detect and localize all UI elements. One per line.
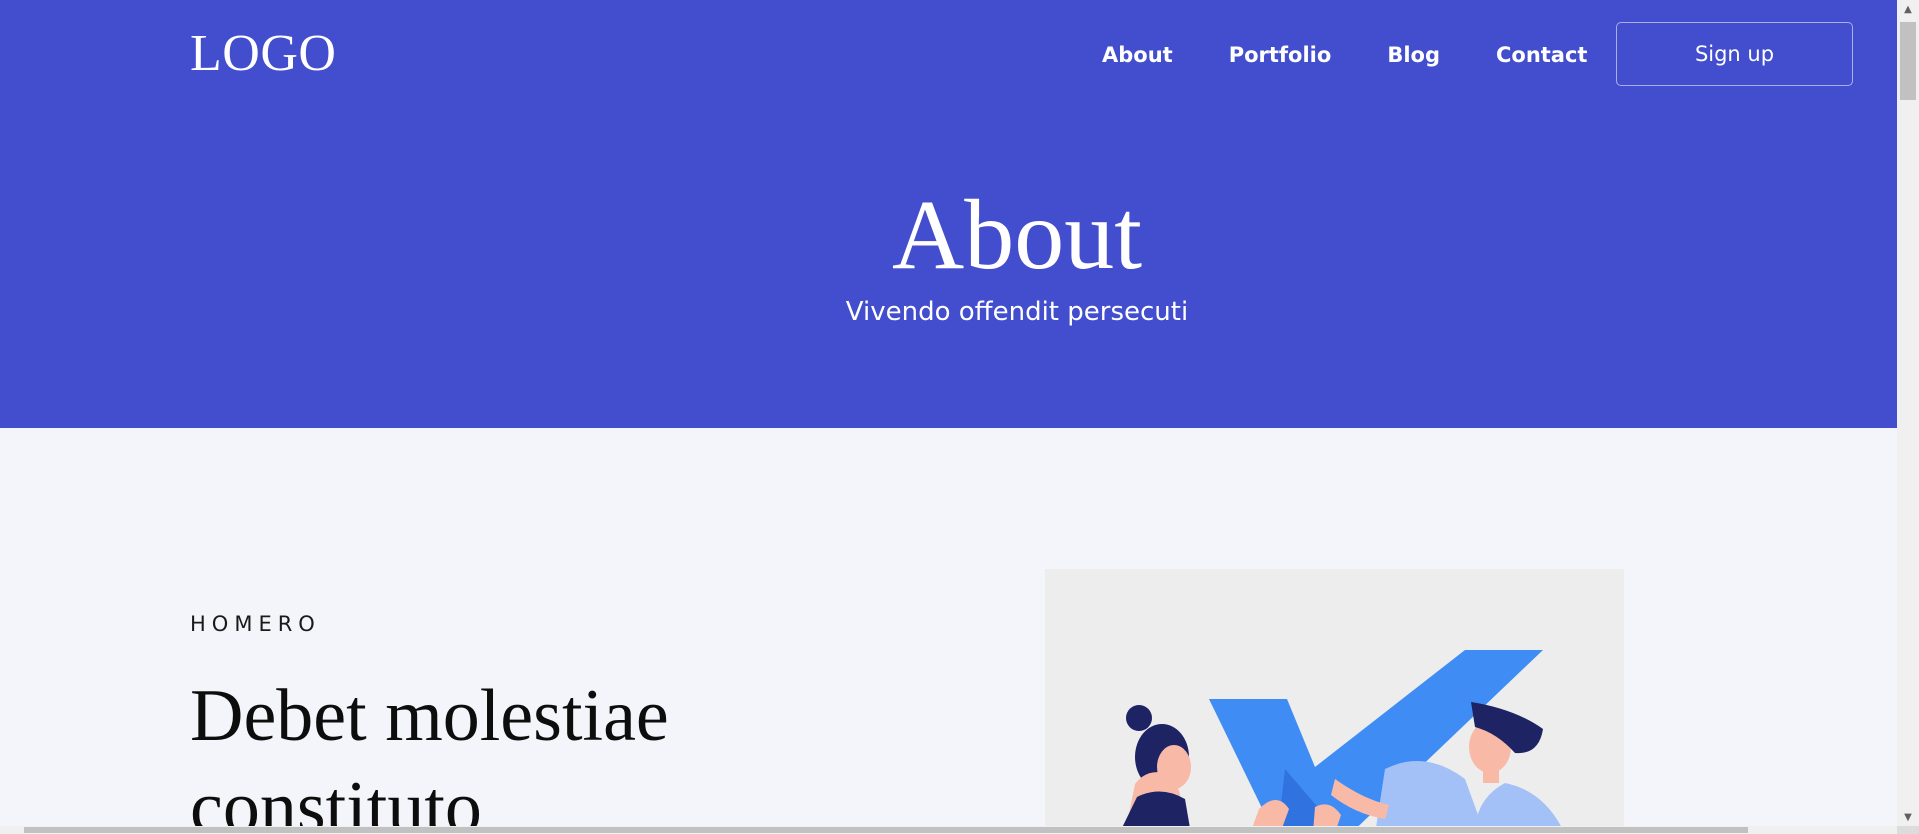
horizontal-scrollbar-thumb[interactable] — [24, 827, 1748, 833]
scroll-down-arrow-icon[interactable]: ▼ — [1897, 808, 1919, 826]
page-subtitle: Vivendo offendit persecuti — [845, 297, 1189, 327]
teamwork-illustration — [1045, 569, 1624, 826]
illustration-svg — [1122, 650, 1561, 826]
sign-up-button[interactable]: Sign up — [1616, 22, 1853, 86]
nav-link-about[interactable]: About — [1102, 39, 1173, 71]
site-logo[interactable]: LOGO — [190, 24, 336, 84]
browser-viewport: LOGO About Portfolio Blog Contact Sign u… — [0, 0, 1897, 826]
scroll-up-arrow-icon[interactable]: ▲ — [1897, 0, 1919, 18]
section-title: Debet molestiae constituto — [190, 675, 669, 826]
nav-link-contact[interactable]: Contact — [1496, 39, 1588, 71]
section-eyebrow: HOMERO — [190, 612, 321, 636]
scrollbar-corner — [1897, 826, 1919, 834]
nav-link-blog[interactable]: Blog — [1387, 39, 1440, 71]
hero-header: LOGO About Portfolio Blog Contact Sign u… — [0, 0, 1897, 428]
vertical-scrollbar[interactable]: ▲ ▼ — [1897, 0, 1919, 826]
vertical-scrollbar-thumb[interactable] — [1900, 22, 1916, 100]
page-title: About — [892, 179, 1142, 290]
nav-link-portfolio[interactable]: Portfolio — [1229, 39, 1332, 71]
horizontal-scrollbar[interactable] — [0, 826, 1897, 834]
main-nav: About Portfolio Blog Contact — [1102, 39, 1587, 71]
